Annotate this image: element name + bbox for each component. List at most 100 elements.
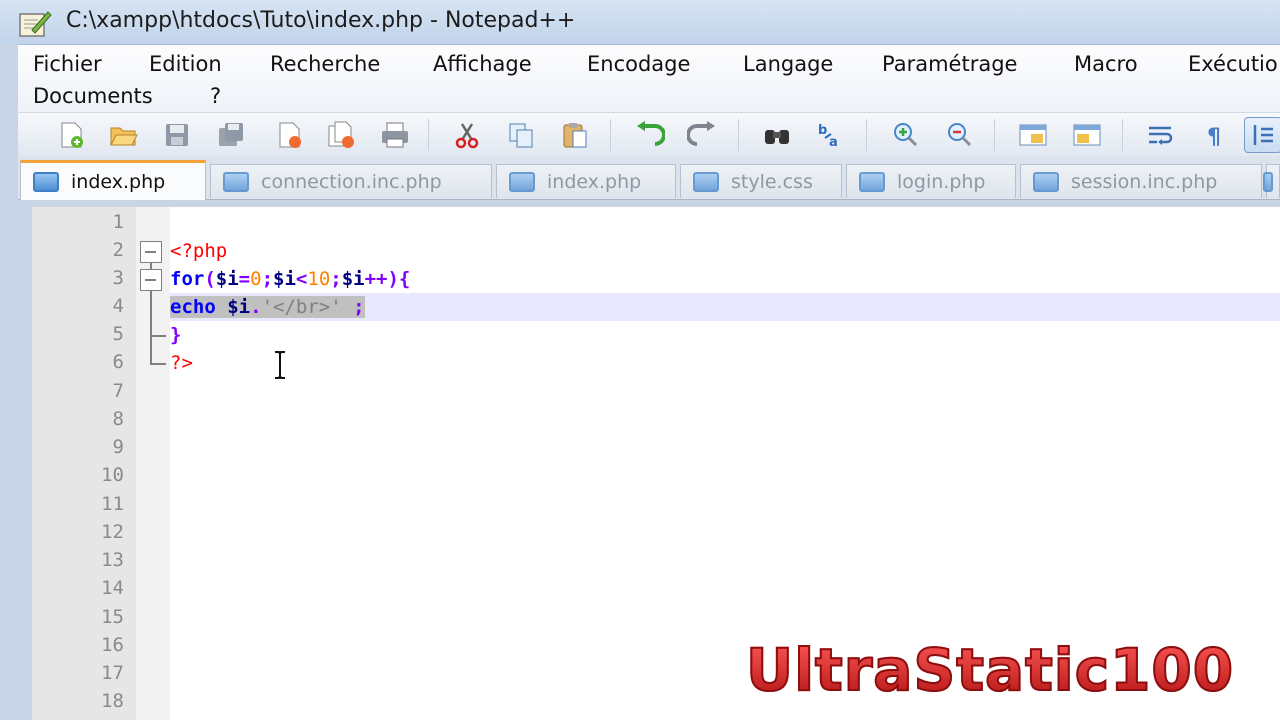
open-folder-icon[interactable] xyxy=(104,117,142,153)
menu-help[interactable]: ? xyxy=(210,84,221,108)
menu-langage[interactable]: Langage xyxy=(743,52,833,76)
tab-label: index.php xyxy=(71,170,166,193)
line-number: 15 xyxy=(101,606,124,628)
close-all-icon[interactable] xyxy=(322,117,360,153)
document-icon xyxy=(1033,171,1059,192)
menu-edition[interactable]: Edition xyxy=(149,52,222,76)
tab-overflow[interactable] xyxy=(1263,164,1280,198)
watermark-logo: UltraStatic100 xyxy=(745,635,1235,705)
php-close-tag: ?> xyxy=(170,352,193,374)
text-cursor-icon xyxy=(275,351,285,379)
selected-text: echo $i.'</br>' ; xyxy=(170,296,365,318)
menu-parametrage[interactable]: Paramétrage xyxy=(882,52,1017,76)
keyword-for: for xyxy=(170,268,205,290)
show-all-chars-icon[interactable]: ¶ xyxy=(1196,117,1234,153)
tab-index-php-active[interactable]: index.php xyxy=(20,160,206,200)
print-icon[interactable] xyxy=(376,117,414,153)
svg-text:¶: ¶ xyxy=(1207,125,1221,150)
line-number: 7 xyxy=(112,380,124,402)
fold-end-marker xyxy=(150,363,166,365)
tab-bar: index.php connection.inc.php index.php s… xyxy=(18,156,1280,200)
line-number: 17 xyxy=(101,662,124,684)
menu-execution[interactable]: Exécutio xyxy=(1188,52,1278,76)
line-number: 6 xyxy=(112,351,124,373)
find-icon[interactable] xyxy=(758,117,796,153)
operator: = xyxy=(238,268,251,290)
operator: ; xyxy=(330,268,342,290)
toolbar-separator xyxy=(610,119,612,151)
menu-encodage[interactable]: Encodage xyxy=(587,52,690,76)
save-all-icon[interactable] xyxy=(212,117,250,153)
toolbar-separator xyxy=(428,119,430,151)
line-number: 12 xyxy=(101,521,124,543)
line-number: 13 xyxy=(101,549,124,571)
tab-label: login.php xyxy=(897,170,986,193)
operator: ; xyxy=(341,296,365,318)
toolbar-separator xyxy=(994,119,996,151)
variable: $i xyxy=(341,268,365,290)
sync-vertical-icon[interactable] xyxy=(1014,117,1052,153)
closing-brace: } xyxy=(170,324,182,346)
copy-icon[interactable] xyxy=(502,117,540,153)
tab-label: style.css xyxy=(731,170,813,193)
fold-line xyxy=(150,291,152,363)
line-number: 11 xyxy=(101,493,124,515)
code-line-6: ?> xyxy=(170,349,1280,377)
toolbar-separator xyxy=(738,119,740,151)
replace-icon[interactable]: ba xyxy=(812,117,850,153)
menu-recherche[interactable]: Recherche xyxy=(270,52,380,76)
php-open-tag: <?php xyxy=(170,240,228,262)
keyword-echo: echo xyxy=(170,296,216,318)
tab-label: session.inc.php xyxy=(1071,170,1218,193)
document-icon xyxy=(859,171,885,192)
document-icon xyxy=(1263,171,1273,192)
zoom-out-icon[interactable] xyxy=(940,117,978,153)
line-number: 3 xyxy=(112,267,124,289)
window-title: C:\xampp\htdocs\Tuto\index.php - Notepad… xyxy=(66,8,576,33)
operator: < xyxy=(295,268,308,290)
line-number: 5 xyxy=(112,323,124,345)
new-file-icon[interactable] xyxy=(52,117,90,153)
fold-end-marker xyxy=(150,335,166,337)
tab-session-inc-php[interactable]: session.inc.php xyxy=(1020,164,1262,198)
line-number: 10 xyxy=(101,464,124,486)
code-line-4-current: echo $i.'</br>' ; xyxy=(170,293,1280,321)
tab-connection-inc-php[interactable]: connection.inc.php xyxy=(210,164,492,198)
indent-guide-icon[interactable] xyxy=(1244,117,1280,153)
variable: $i xyxy=(227,296,251,318)
operator: ; xyxy=(261,268,274,290)
cut-icon[interactable] xyxy=(448,117,486,153)
document-icon xyxy=(33,171,59,192)
tab-label: connection.inc.php xyxy=(261,170,442,193)
line-number: 14 xyxy=(101,577,124,599)
paste-icon[interactable] xyxy=(556,117,594,153)
line-number: 9 xyxy=(112,436,124,458)
menu-macro[interactable]: Macro xyxy=(1074,52,1138,76)
title-bar: C:\xampp\htdocs\Tuto\index.php - Notepad… xyxy=(0,0,1280,44)
svg-text:b: b xyxy=(818,123,827,138)
line-number: 16 xyxy=(101,634,124,656)
close-icon[interactable] xyxy=(270,117,308,153)
fold-toggle[interactable] xyxy=(140,241,162,263)
sync-horizontal-icon[interactable] xyxy=(1068,117,1106,153)
line-number-gutter: 1 2 3 4 5 6 7 8 9 10 11 12 13 14 15 16 1… xyxy=(32,207,136,720)
tab-style-css[interactable]: style.css xyxy=(680,164,842,198)
code-line-5: } xyxy=(170,321,1280,349)
undo-icon[interactable] xyxy=(630,117,668,153)
tab-label: index.php xyxy=(547,170,642,193)
fold-toggle[interactable] xyxy=(140,269,162,291)
zoom-in-icon[interactable] xyxy=(886,117,924,153)
menu-affichage[interactable]: Affichage xyxy=(433,52,532,76)
tab-index-php[interactable]: index.php xyxy=(496,164,676,198)
document-icon xyxy=(693,171,719,192)
line-number: 2 xyxy=(112,239,124,261)
redo-icon[interactable] xyxy=(684,117,722,153)
line-number: 8 xyxy=(112,408,124,430)
menu-bar: Fichier Edition Recherche Affichage Enco… xyxy=(18,44,1280,112)
document-icon xyxy=(509,171,535,192)
save-icon[interactable] xyxy=(158,117,196,153)
word-wrap-icon[interactable] xyxy=(1142,117,1180,153)
menu-fichier[interactable]: Fichier xyxy=(33,52,102,76)
menu-documents[interactable]: Documents xyxy=(33,84,153,108)
tab-login-php[interactable]: login.php xyxy=(846,164,1016,198)
